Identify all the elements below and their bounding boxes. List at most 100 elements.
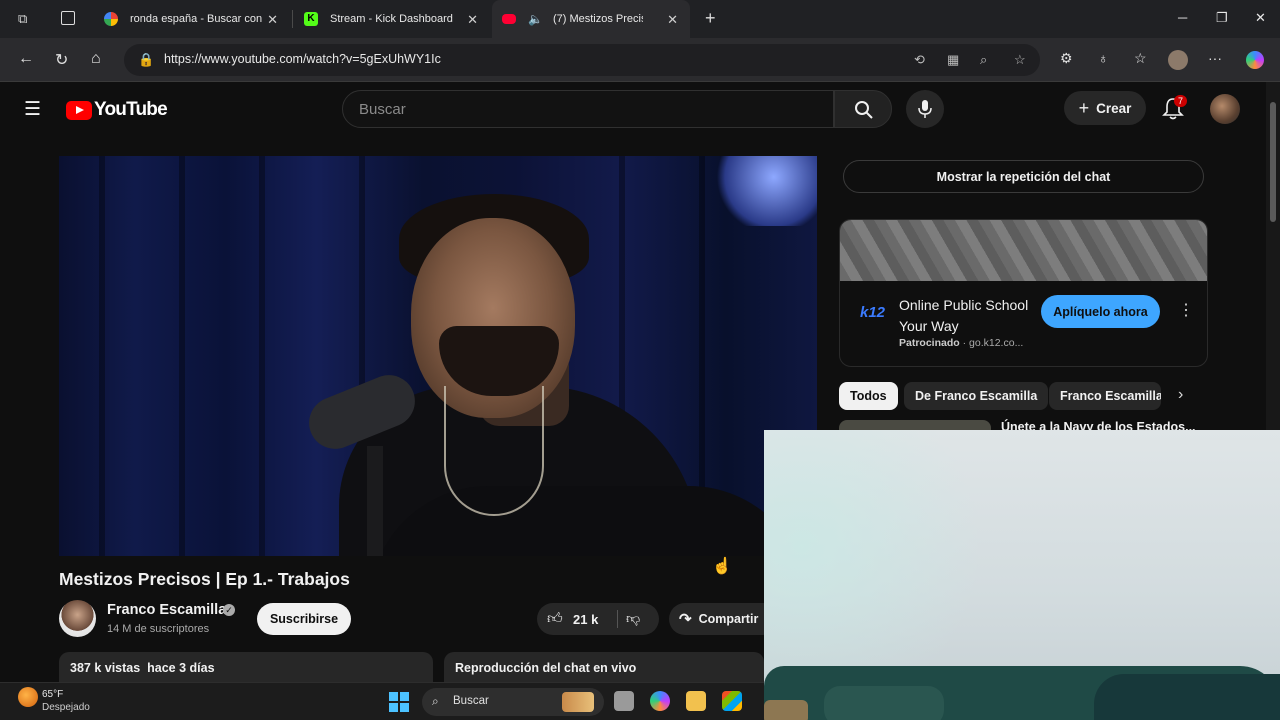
ad-domain: go.k12.co... [969,337,1024,349]
extensions-icon[interactable]: ⚙ [1060,50,1073,67]
create-label: Crear [1096,100,1132,116]
maximize-icon[interactable]: ❐ [1216,10,1228,26]
microphone-icon [918,100,932,118]
weather-sun-icon[interactable] [18,687,38,707]
curtain-fold [259,156,265,556]
chat-replay-panel[interactable]: Reproducción del chat en vivo [444,652,764,682]
browser-tab-strip: ⧉ ronda españa - Buscar con ✕ K Stream -… [0,0,1280,38]
weather-temperature[interactable]: 65°F [42,689,63,700]
favorite-star-icon[interactable]: ☆ [1014,52,1026,68]
reload-icon[interactable]: ↻ [55,50,68,70]
tab-actions-icon[interactable] [61,11,75,25]
create-button[interactable]: + Crear [1064,91,1146,125]
ad-more-options-icon[interactable]: ⋮ [1178,300,1194,320]
chat-replay-label: Reproducción del chat en vivo [455,661,637,675]
sponsored-ad-card[interactable]: k12 Online Public School Your Way Patroc… [839,219,1208,367]
account-avatar[interactable] [1210,94,1240,124]
tab-label: ronda españa - Buscar con [130,13,263,25]
tab-kick-dashboard[interactable]: K Stream - Kick Dashboard ✕ [294,0,490,38]
chip-de-franco-escamilla[interactable]: De Franco Escamilla [904,382,1049,410]
search-highlight-icon [562,692,594,712]
sponsored-label: Patrocinado [899,337,960,349]
share-label: Compartir [698,612,759,626]
logo-text: YouTube [94,99,168,120]
close-tab-icon[interactable]: ✕ [467,12,478,28]
voice-search-button[interactable] [906,90,944,128]
browser-toolbar: ← ↻ ⌂ 🔒 https://www.youtube.com/watch?v=… [0,38,1280,82]
audio-playing-icon[interactable]: 🔈 [528,12,543,26]
close-tab-icon[interactable]: ✕ [267,12,278,28]
plus-icon: + [1078,97,1090,118]
hand-cursor-icon: ☝ [712,558,732,575]
webcam-overlay [764,430,1280,720]
address-bar[interactable]: 🔒 https://www.youtube.com/watch?v=5gExUh… [124,44,1040,76]
chip-franco-escamilla[interactable]: Franco Escamilla [1049,382,1161,410]
profile-avatar[interactable] [1168,50,1188,70]
like-count[interactable]: 21 k [573,612,598,627]
new-tab-icon[interactable]: + [705,8,716,29]
video-title: Mestizos Precisos | Ep 1.- Trabajos [59,569,350,589]
close-tab-icon[interactable]: ✕ [667,12,678,28]
hamburger-menu-icon[interactable]: ☰ [24,98,41,121]
tab-youtube-video[interactable]: 🔈 (7) Mestizos Precis ✕ [492,0,690,38]
copilot-icon[interactable] [1246,51,1264,69]
show-chat-replay-button[interactable]: Mostrar la repetición del chat [843,160,1204,193]
curtain-fold [99,156,105,556]
google-icon [104,12,118,26]
scrollbar-thumb[interactable] [1270,102,1276,222]
search-button[interactable] [834,90,892,128]
ad-advertiser-logo: k12 [860,304,886,321]
description-box[interactable]: 387 k vistas hace 3 días [59,652,433,682]
copilot-taskbar-icon[interactable] [650,691,670,711]
zoom-icon[interactable]: ⌕ [980,52,987,68]
translate-icon[interactable]: ⟲ [914,52,925,68]
taskbar-search-label: Buscar [453,695,489,707]
file-explorer-icon[interactable] [686,691,706,711]
search-icon [855,101,873,119]
favorites-icon[interactable]: ☆ [1134,50,1147,67]
tab-google-search[interactable]: ronda españa - Buscar con ✕ [94,0,290,38]
pillow [764,700,808,720]
chevron-right-icon[interactable]: › [1178,386,1183,404]
back-icon[interactable]: ← [18,50,34,68]
channel-name[interactable]: Franco Escamilla [107,602,226,618]
browser-essentials-icon[interactable]: ♁ [1098,50,1109,66]
window-close-icon[interactable]: ✕ [1255,10,1266,26]
ad-title[interactable]: Online Public School Your Way [899,295,1039,337]
youtube-logo[interactable]: YouTube [66,99,168,121]
channel-avatar[interactable] [59,600,96,637]
site-info-icon[interactable]: 🔒 [138,52,154,68]
tab-label: Stream - Kick Dashboard [330,13,453,25]
couch-back [1094,674,1280,720]
more-menu-icon[interactable]: ··· [1208,50,1222,66]
taskbar-search-input[interactable]: ⌕ Buscar [422,688,604,716]
url-text[interactable]: https://www.youtube.com/watch?v=5gExUhWY… [164,52,441,66]
tab-separator [292,10,293,28]
microsoft-store-icon[interactable] [722,691,742,711]
task-view-icon[interactable] [614,691,634,711]
video-player[interactable] [59,156,817,556]
workspaces-icon[interactable]: ⧉ [18,11,27,27]
like-divider [617,610,618,628]
like-dislike-group: 👍︎ 21 k 👎︎ [537,603,659,635]
weather-condition[interactable]: Despejado [42,702,90,713]
youtube-icon [502,14,516,24]
search-input[interactable]: Buscar [342,90,834,128]
chip-todos[interactable]: Todos [839,382,898,410]
ad-sponsor-line: Patrocinado · go.k12.co... [899,337,1023,349]
verified-check-icon: ✓ [223,604,235,616]
youtube-header: ☰ YouTube Buscar + Crear 7 [0,82,1266,138]
ad-cta-button[interactable]: Aplíquelo ahora [1041,295,1160,328]
subscribe-button[interactable]: Suscribirse [257,603,351,635]
windows-start-icon[interactable] [389,692,409,712]
dislike-thumb-down-icon[interactable]: 👎︎ [626,610,640,627]
curtain-fold [179,156,185,556]
subscriber-count: 14 M de suscriptores [107,623,210,635]
ad-banner-image[interactable] [840,220,1207,281]
home-icon[interactable]: ⌂ [91,50,101,68]
share-button[interactable]: ↷ Compartir [669,603,779,635]
minimize-icon[interactable]: ─ [1178,10,1187,25]
app-available-icon[interactable]: ▦ [947,52,959,68]
windows-taskbar: 65°F Despejado ⌕ Buscar [0,682,764,720]
like-thumb-up-icon[interactable]: 👍︎ [547,610,563,628]
